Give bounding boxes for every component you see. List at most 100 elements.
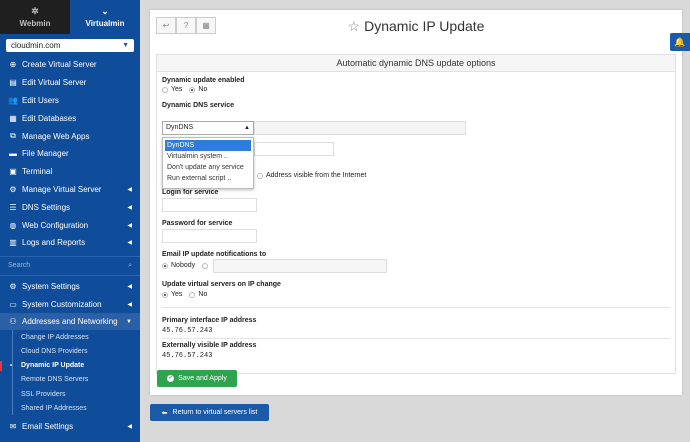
sidebar-subitem-label: Dynamic IP Update bbox=[21, 362, 85, 370]
form-panel: Automatic dynamic DNS update options Dyn… bbox=[156, 54, 676, 374]
radio-label: Yes bbox=[171, 291, 183, 298]
dyn-enabled-yes-radio[interactable] bbox=[162, 86, 168, 93]
address-visible-radio[interactable] bbox=[257, 172, 263, 179]
save-and-apply-button[interactable]: ✔ Save and Apply bbox=[157, 370, 237, 387]
update-servers-yes-radio[interactable] bbox=[162, 291, 168, 298]
sidebar-item-file-manager[interactable]: ▬ File Manager bbox=[0, 145, 140, 163]
external-ip-label: Externally visible IP address bbox=[162, 342, 257, 349]
email-radios: Nobody bbox=[162, 262, 209, 269]
return-to-list-button[interactable]: ⬅ Return to virtual servers list bbox=[150, 404, 269, 421]
sidebar-item-addresses-and-networking[interactable]: ⚇ Addresses and Networking ▼ bbox=[0, 312, 140, 331]
sidebar-item-label: Edit Users bbox=[22, 95, 59, 105]
service-extra-field[interactable] bbox=[254, 121, 466, 135]
sidebar-item-web-configuration[interactable]: ◍ Web Configuration ◀ bbox=[0, 216, 140, 234]
globe-icon: ◍ bbox=[9, 220, 17, 230]
sidebar-item-logs-and-reports[interactable]: ▥ Logs and Reports ◀ bbox=[0, 234, 140, 252]
sidebar-item-label: Terminal bbox=[22, 167, 53, 177]
sidebar-subitem-dynamic-ip-update[interactable]: • Dynamic IP Update bbox=[0, 358, 140, 374]
update-servers-label: Update virtual servers on IP change bbox=[162, 281, 281, 288]
email-nobody-radio[interactable] bbox=[162, 262, 168, 269]
service-option[interactable]: DynDNS bbox=[165, 140, 251, 151]
sidebar-subitem-ssl-providers[interactable]: SSL Providers bbox=[0, 387, 140, 402]
radio-label: Yes bbox=[171, 86, 183, 93]
bullet-icon: • bbox=[10, 362, 13, 369]
chevron-left-icon: ◀ bbox=[127, 301, 132, 308]
sidebar-subitem-cloud-dns-providers[interactable]: Cloud DNS Providers bbox=[0, 344, 140, 359]
service-dropdown: DynDNS Virtualmin system .. Don't update… bbox=[162, 137, 254, 189]
sidebar-item-label: File Manager bbox=[22, 149, 69, 159]
divider bbox=[162, 307, 670, 308]
sidebar-item-edit-databases[interactable]: ▦ Edit Databases bbox=[0, 109, 140, 127]
sidebar-search[interactable]: Search ⌕ bbox=[0, 255, 140, 276]
virtualmin-tab-label: Virtualmin bbox=[85, 18, 125, 28]
dyn-enabled-label: Dynamic update enabled bbox=[162, 77, 245, 84]
hostname-field[interactable] bbox=[254, 142, 334, 156]
email-address-radio[interactable] bbox=[202, 262, 209, 269]
sidebar-menu-email: ✉ Email Settings ◀ bbox=[0, 417, 140, 435]
sidebar-item-label: Addresses and Networking bbox=[22, 317, 118, 327]
email-field[interactable] bbox=[213, 259, 387, 273]
panel-title: Automatic dynamic DNS update options bbox=[157, 55, 675, 72]
folder-icon: ▬ bbox=[9, 149, 17, 159]
sidebar-item-label: DNS Settings bbox=[22, 202, 71, 212]
chevron-left-icon: ◀ bbox=[127, 186, 132, 193]
star-icon[interactable]: ☆ bbox=[348, 18, 361, 34]
chevron-left-icon: ◀ bbox=[127, 423, 132, 430]
sidebar-subitem-shared-ip-addresses[interactable]: Shared IP Addresses bbox=[0, 401, 140, 416]
virtualmin-tab[interactable]: ⌄ Virtualmin bbox=[70, 0, 140, 34]
sidebar-item-label: Edit Virtual Server bbox=[22, 78, 87, 88]
domain-select[interactable]: cloudmin.com ▼ bbox=[6, 39, 134, 52]
webmin-logo-icon: ✲ bbox=[31, 5, 39, 16]
sidebar-item-dns-settings[interactable]: ☰ DNS Settings ◀ bbox=[0, 198, 140, 216]
sidebar-subitem-remote-dns-servers[interactable]: Remote DNS Servers bbox=[0, 372, 140, 388]
sidebar-menu: ⊕ Create Virtual Server ▤ Edit Virtual Ser… bbox=[0, 56, 140, 252]
sidebar-item-label: Edit Databases bbox=[22, 113, 77, 123]
service-select-value: DynDNS bbox=[166, 124, 194, 131]
terminal-icon: ▣ bbox=[9, 167, 17, 177]
chevron-down-icon: ▼ bbox=[126, 318, 132, 325]
sidebar-item-label: System Customization bbox=[22, 299, 102, 309]
sidebar-item-manage-virtual-server[interactable]: ⚙ Manage Virtual Server ◀ bbox=[0, 181, 140, 199]
update-servers-no-radio[interactable] bbox=[189, 291, 196, 298]
sidebar-item-system-settings[interactable]: ⚙ System Settings ◀ bbox=[0, 278, 140, 296]
password-field[interactable] bbox=[162, 229, 257, 243]
sidebar: ✲ Webmin ⌄ Virtualmin cloudmin.com ▼ ⊕ Cr… bbox=[0, 0, 140, 442]
plus-icon: ⊕ bbox=[9, 60, 17, 70]
main-panel: ↩ ? ▦ ☆ Dynamic IP Update Automatic dynam… bbox=[150, 10, 682, 395]
webmin-tab-label: Webmin bbox=[19, 18, 51, 28]
sidebar-item-label: Create Virtual Server bbox=[22, 60, 97, 70]
sidebar-submenu: Change IP Addresses Cloud DNS Providers … bbox=[0, 330, 140, 416]
sidebar-item-label: Email Settings bbox=[22, 421, 74, 431]
login-field[interactable] bbox=[162, 198, 257, 212]
webmin-tab[interactable]: ✲ Webmin bbox=[0, 0, 70, 34]
update-servers-radios: Yes No bbox=[162, 291, 207, 298]
envelope-icon: ✉ bbox=[9, 421, 17, 431]
service-option[interactable]: Don't update any service bbox=[163, 162, 253, 173]
sidebar-item-manage-web-apps[interactable]: ⧉ Manage Web Apps bbox=[0, 127, 140, 145]
database-icon: ▦ bbox=[9, 113, 17, 123]
address-source-radios: Address visible from the Internet bbox=[257, 172, 366, 179]
chevron-left-icon: ◀ bbox=[127, 240, 132, 247]
sidebar-item-edit-users[interactable]: 👥 Edit Users bbox=[0, 92, 140, 110]
sidebar-subitem-label: Remote DNS Servers bbox=[21, 376, 89, 384]
sidebar-item-system-customization[interactable]: ▭ System Customization ◀ bbox=[0, 295, 140, 313]
sidebar-subitem-label: Shared IP Addresses bbox=[21, 404, 87, 412]
sliders-icon: ▭ bbox=[9, 299, 17, 309]
dyn-enabled-no-radio[interactable] bbox=[189, 86, 196, 93]
sidebar-item-edit-virtual-server[interactable]: ▤ Edit Virtual Server bbox=[0, 74, 140, 92]
search-icon: ⌕ bbox=[128, 261, 132, 269]
sidebar-item-email-settings[interactable]: ✉ Email Settings ◀ bbox=[0, 417, 140, 435]
chevron-left-icon: ◀ bbox=[127, 222, 132, 229]
primary-ip-label: Primary interface IP address bbox=[162, 317, 257, 324]
sidebar-item-create-virtual-server[interactable]: ⊕ Create Virtual Server bbox=[0, 56, 140, 74]
sidebar-subitem-change-ip-addresses[interactable]: Change IP Addresses bbox=[0, 330, 140, 345]
search-input[interactable]: Search bbox=[8, 262, 30, 269]
service-select[interactable]: DynDNS ▲ bbox=[162, 121, 254, 135]
notifications-bell-button[interactable]: 🔔 bbox=[670, 33, 690, 51]
radio-label: Address visible from the Internet bbox=[266, 172, 367, 179]
service-option[interactable]: Run external script .. bbox=[163, 173, 253, 184]
primary-ip-value: 45.76.57.243 bbox=[162, 327, 213, 335]
sidebar-item-terminal[interactable]: ▣ Terminal bbox=[0, 163, 140, 181]
sidebar-item-label: Manage Virtual Server bbox=[22, 184, 102, 194]
service-option[interactable]: Virtualmin system .. bbox=[163, 151, 253, 162]
